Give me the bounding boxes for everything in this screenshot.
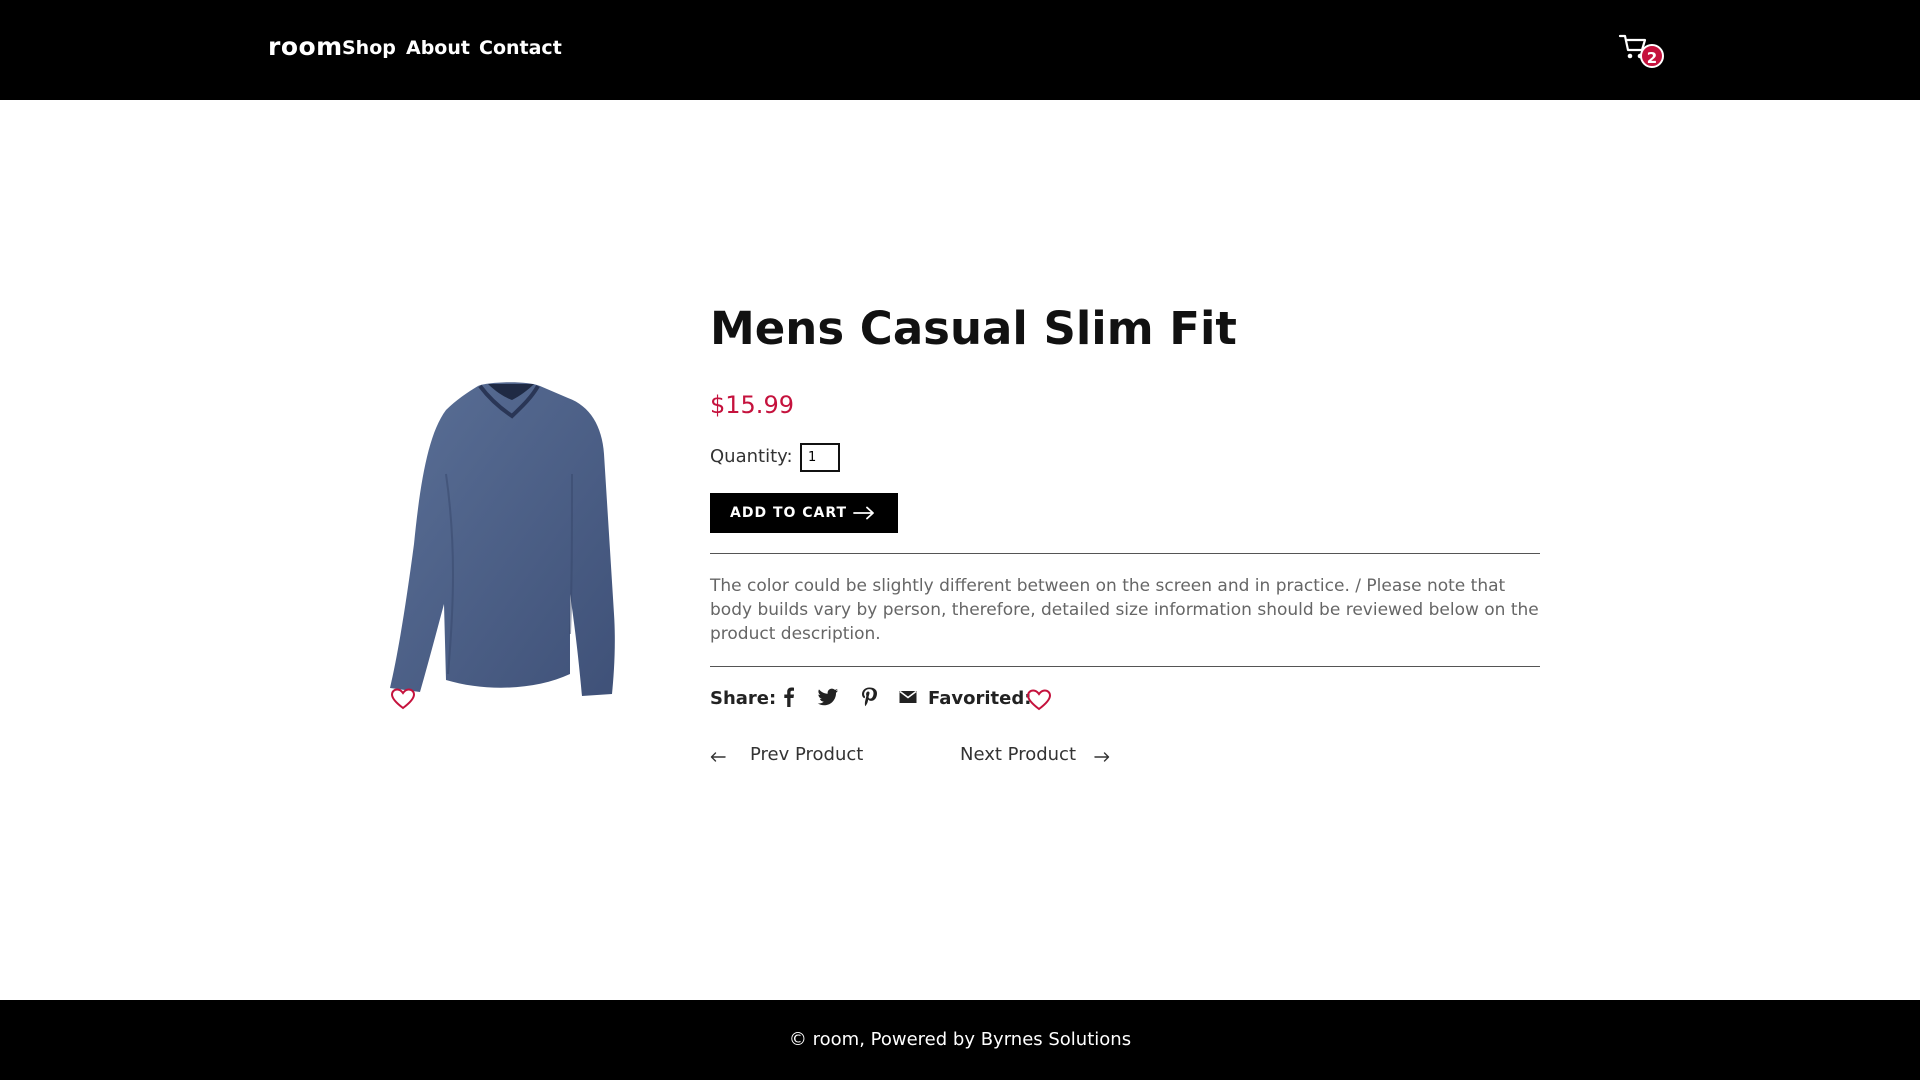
share-twitter-button[interactable] — [817, 686, 839, 708]
facebook-icon — [784, 687, 794, 707]
share-email-button[interactable] — [897, 686, 919, 708]
favorited-label: Favorited: — [928, 688, 1032, 709]
shirt-image — [390, 382, 615, 696]
favorite-button[interactable] — [1026, 688, 1052, 712]
divider — [710, 553, 1540, 554]
share-facebook-button[interactable] — [778, 686, 800, 708]
product-title: Mens Casual Slim Fit — [710, 302, 1237, 355]
share-label: Share: — [710, 688, 777, 709]
add-to-cart-label: ADD TO CART — [730, 505, 848, 521]
product-image — [376, 374, 636, 710]
nav-contact[interactable]: Contact — [479, 37, 562, 59]
prev-product-link[interactable]: Prev Product — [750, 744, 863, 765]
site-footer: © room, Powered by Byrnes Solutions — [0, 1000, 1920, 1080]
heart-icon — [390, 688, 416, 710]
heart-icon — [1026, 689, 1052, 711]
quantity-label: Quantity: — [710, 446, 793, 467]
cart-count-badge: 2 — [1640, 44, 1664, 68]
twitter-icon — [817, 688, 838, 706]
footer-text: © room, Powered by Byrnes Solutions — [788, 1029, 1132, 1050]
arrow-right-icon — [853, 506, 874, 520]
share-pinterest-button[interactable] — [858, 686, 880, 708]
image-favorite-button[interactable] — [390, 687, 416, 711]
site-header: room Shop About Contact 2 — [0, 0, 1920, 100]
nav-shop[interactable]: Shop — [342, 37, 396, 59]
pinterest-icon — [862, 687, 877, 707]
product-description: The color could be slightly different be… — [710, 576, 1539, 644]
product-price: $15.99 — [710, 391, 794, 419]
nav-about[interactable]: About — [406, 37, 470, 59]
arrow-left-icon[interactable] — [710, 752, 726, 762]
mail-icon — [899, 690, 917, 703]
add-to-cart-button[interactable]: ADD TO CART — [710, 493, 898, 533]
divider — [710, 666, 1540, 667]
arrow-right-icon[interactable] — [1094, 752, 1110, 762]
next-product-link[interactable]: Next Product — [960, 744, 1076, 765]
cart-button[interactable]: 2 — [1618, 30, 1664, 70]
brand-logo[interactable]: room — [268, 32, 343, 61]
quantity-input[interactable] — [800, 443, 840, 472]
